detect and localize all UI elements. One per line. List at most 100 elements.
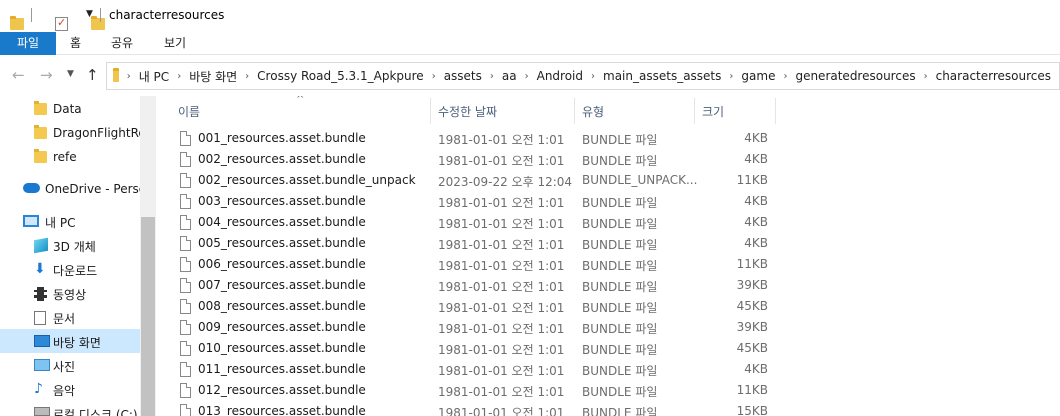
sidebar-item-label: 3D 개체 [53,240,96,254]
tab-view[interactable]: 보기 [164,32,186,55]
file-type: BUNDLE 파일 [582,322,658,336]
column-divider[interactable] [775,98,776,124]
sidebar-item-label: 다운로드 [53,264,98,278]
file-icon [180,131,191,146]
tab-home[interactable]: 홈 [70,32,81,55]
file-size: 4KB [744,152,768,166]
navigation-bar: ← → ▼ ↑ › 내 PC › 바탕 화면 › Crossy Road_5.3… [0,56,1060,96]
sidebar-item-dragonflightres[interactable]: DragonFlightRes [0,121,140,145]
ribbon: 파일 홈 공유 보기 [0,32,1060,55]
table-row[interactable]: 008_resources.asset.bundle 1981-01-01 오전… [172,296,1060,317]
table-row[interactable]: 001_resources.asset.bundle 1981-01-01 오전… [172,128,1060,149]
sidebar-scrollbar[interactable] [140,96,156,416]
file-size: 4KB [744,362,768,376]
file-date: 1981-01-01 오전 1:01 [438,280,565,294]
new-folder-icon[interactable] [91,16,105,30]
chevron-right-icon[interactable]: › [525,71,529,82]
chevron-right-icon[interactable]: › [490,71,494,82]
table-row[interactable]: 013_resources.asset.bundle 1981-01-01 오전… [172,401,1060,416]
sidebar-item-local-disk[interactable]: 로컬 디스크 (C:) [0,401,140,416]
file-date: 1981-01-01 오전 1:01 [438,343,565,357]
table-row[interactable]: 004_resources.asset.bundle 1981-01-01 오전… [172,212,1060,233]
file-icon [180,173,191,188]
file-name: 010_resources.asset.bundle [198,341,366,355]
table-row[interactable]: 003_resources.asset.bundle 1981-01-01 오전… [172,191,1060,212]
sidebar-item-label: 바탕 화면 [53,336,101,350]
sidebar-item-downloads[interactable]: ⬇ 다운로드 [0,257,140,281]
file-date: 1981-01-01 오전 1:01 [438,196,565,210]
scrollbar-thumb[interactable] [141,217,155,416]
column-divider[interactable] [430,98,431,124]
folder-icon[interactable] [10,16,24,30]
customize-toolbar-chevron-down-icon[interactable]: ▼ [86,9,93,19]
properties-icon[interactable] [55,16,68,31]
sidebar-item-videos[interactable]: 동영상 [0,281,140,305]
table-row[interactable]: 012_resources.asset.bundle 1981-01-01 오전… [172,380,1060,401]
sidebar-item-onedrive[interactable]: OneDrive - Person [0,177,140,201]
disk-icon [34,407,50,416]
toolbar-separator [31,8,32,22]
chevron-right-icon[interactable]: › [177,71,181,82]
column-header-size[interactable]: 크기 [702,103,724,120]
chevron-right-icon[interactable]: › [783,71,787,82]
address-bar[interactable]: › 내 PC › 바탕 화면 › Crossy Road_5.3.1_Apkpu… [106,62,1060,90]
file-icon [180,257,191,272]
file-name: 011_resources.asset.bundle [198,362,366,376]
file-date: 1981-01-01 오전 1:01 [438,385,565,399]
table-row[interactable]: 006_resources.asset.bundle 1981-01-01 오전… [172,254,1060,275]
breadcrumb-item[interactable]: characterresources [936,69,1051,83]
file-name: 009_resources.asset.bundle [198,320,366,334]
file-type: BUNDLE 파일 [582,406,658,416]
chevron-right-icon[interactable]: › [924,71,928,82]
breadcrumb-item[interactable]: generatedresources [795,69,915,83]
tab-share[interactable]: 공유 [111,32,133,55]
breadcrumb-item[interactable]: game [741,69,775,83]
file-name: 001_resources.asset.bundle [198,131,366,145]
table-row[interactable]: 002_resources.asset.bundle_unpack 2023-0… [172,170,1060,191]
column-header-type[interactable]: 유형 [582,103,604,120]
table-row[interactable]: 009_resources.asset.bundle 1981-01-01 오전… [172,317,1060,338]
pictures-icon [34,359,50,371]
breadcrumb-item[interactable]: 내 PC [139,68,169,85]
breadcrumb-item[interactable]: main_assets_assets [603,69,721,83]
breadcrumb-item[interactable]: Android [537,69,583,83]
sidebar-item-data[interactable]: Data [0,97,140,121]
breadcrumb-item[interactable]: 바탕 화면 [189,68,237,85]
table-row[interactable]: 010_resources.asset.bundle 1981-01-01 오전… [172,338,1060,359]
breadcrumb-item[interactable]: assets [444,69,482,83]
recent-locations-chevron-down-icon[interactable]: ▼ [67,69,74,79]
music-icon: ♪ [34,381,43,397]
sidebar-item-label: 음악 [53,384,76,398]
table-row[interactable]: 005_resources.asset.bundle 1981-01-01 오전… [172,233,1060,254]
file-size: 11KB [736,257,768,271]
forward-arrow-icon[interactable]: → [40,66,53,84]
sidebar-item-desktop[interactable]: 바탕 화면 [0,329,140,353]
tab-file[interactable]: 파일 [0,32,56,55]
folder-icon [34,101,47,115]
column-header-name[interactable]: 이름 [178,103,200,120]
breadcrumb-item[interactable]: aa [502,69,517,83]
table-row[interactable]: 002_resources.asset.bundle 1981-01-01 오전… [172,149,1060,170]
table-row[interactable]: 011_resources.asset.bundle 1981-01-01 오전… [172,359,1060,380]
chevron-right-icon[interactable]: › [127,71,131,82]
sidebar-item-refe[interactable]: refe [0,145,140,169]
chevron-right-icon[interactable]: › [245,71,249,82]
sidebar-item-pictures[interactable]: 사진 [0,353,140,377]
sidebar-item-this-pc[interactable]: 내 PC [0,209,140,233]
table-row[interactable]: 007_resources.asset.bundle 1981-01-01 오전… [172,275,1060,296]
up-arrow-icon[interactable]: ↑ [86,66,99,84]
column-divider[interactable] [694,98,695,124]
back-arrow-icon[interactable]: ← [12,66,25,84]
column-header-date[interactable]: 수정한 날짜 [438,103,497,120]
breadcrumb-item[interactable]: Crossy Road_5.3.1_Apkpure [257,69,424,83]
chevron-right-icon[interactable]: › [591,71,595,82]
sidebar-item-documents[interactable]: 문서 [0,305,140,329]
sidebar-item-music[interactable]: ♪ 음악 [0,377,140,401]
chevron-right-icon[interactable]: › [432,71,436,82]
sidebar-item-label: OneDrive - Person [45,182,140,196]
folder-icon [34,149,47,163]
chevron-right-icon[interactable]: › [729,71,733,82]
navigation-pane: Data DragonFlightRes refe OneDrive - Per… [0,96,156,416]
column-divider[interactable] [574,98,575,124]
sidebar-item-3d-objects[interactable]: 3D 개체 [0,233,140,257]
